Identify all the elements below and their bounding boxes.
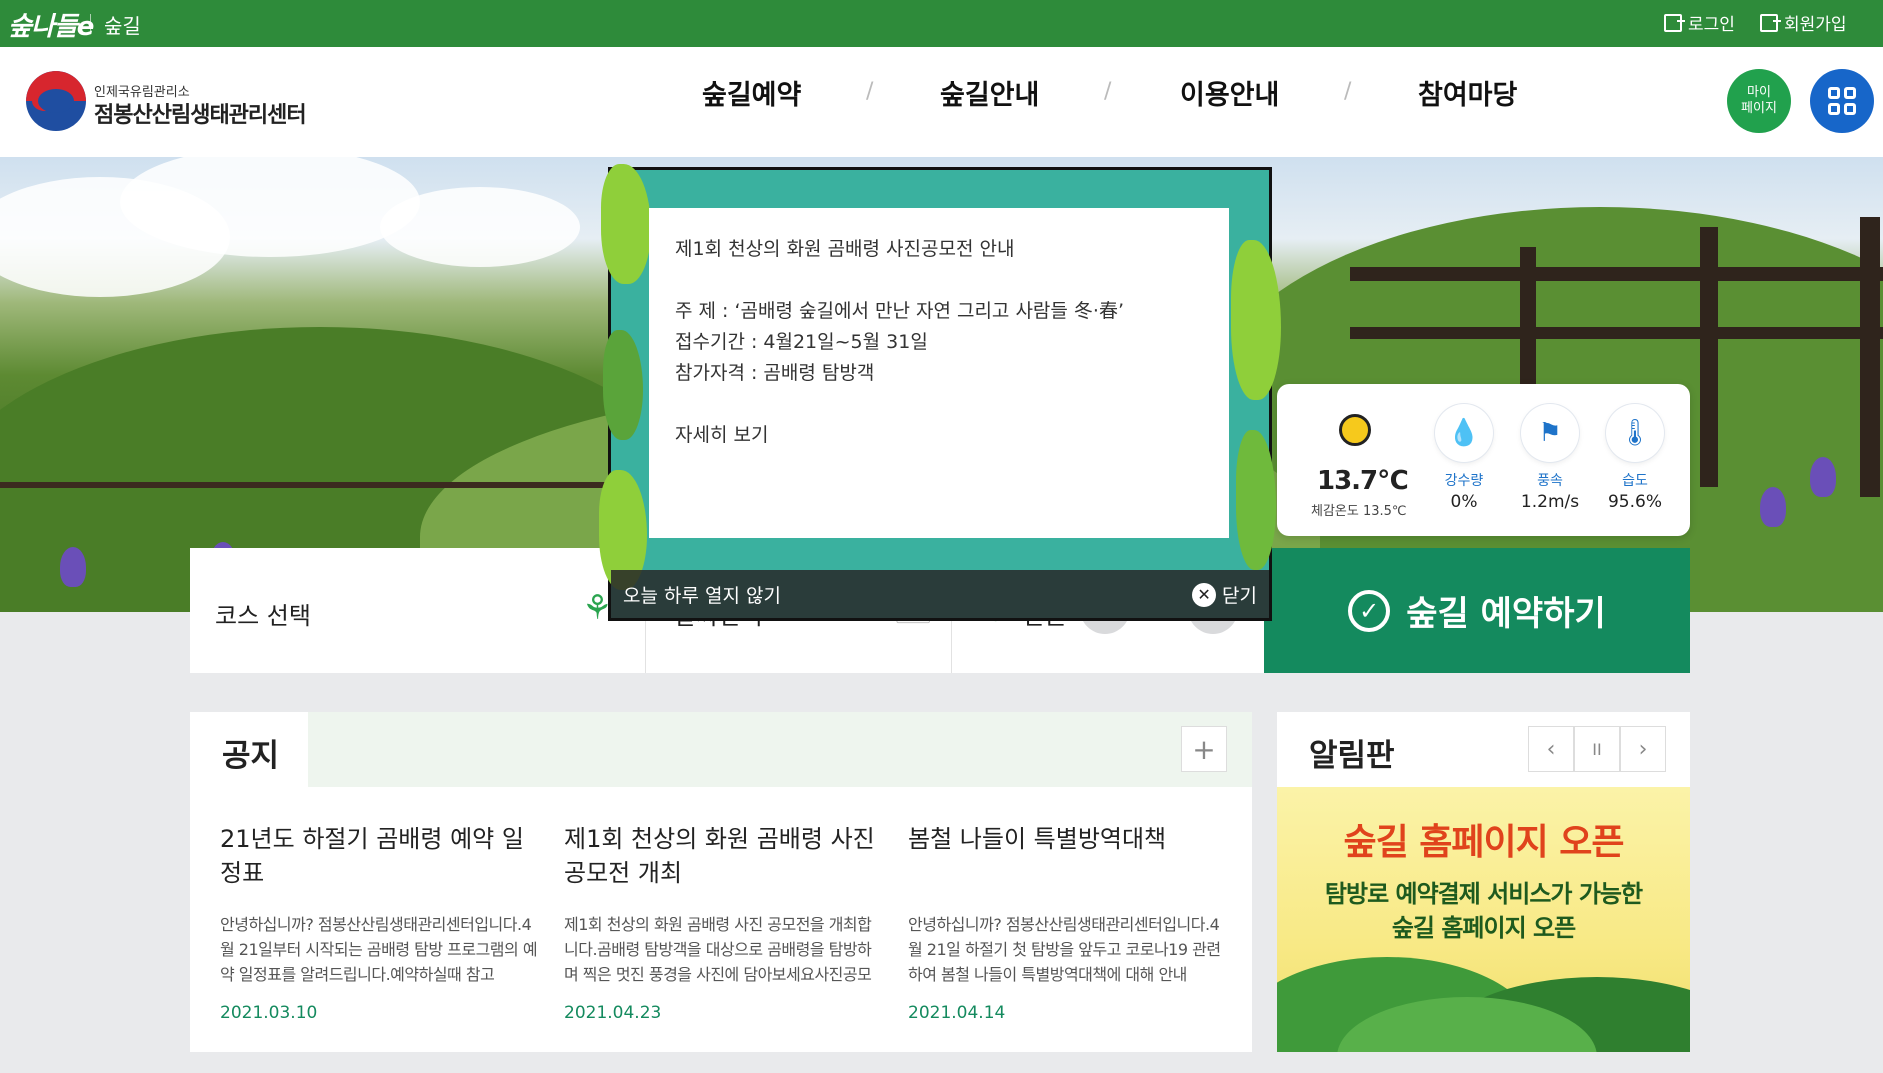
check-circle-icon: ✓ xyxy=(1348,589,1391,632)
notice-title: 공지 xyxy=(222,738,280,774)
feels-like: 체감온도 13.5℃ xyxy=(1311,504,1407,519)
nav-trail-guide[interactable]: 숲길안내 xyxy=(940,73,1039,112)
popup-theme: 주 제 : ‘곰배령 숲길에서 만난 자연 그리고 사람들 冬·春’ xyxy=(675,300,1124,322)
post-title[interactable]: 제1회 천상의 화원 곰배령 사진 공모전 개최 xyxy=(564,822,882,892)
course-select[interactable]: 코스 선택 ⚘ xyxy=(190,548,646,673)
government-emblem-icon[interactable] xyxy=(26,71,86,131)
dont-show-today[interactable]: 오늘 하루 열지 않기 xyxy=(623,581,781,608)
weather-value: 0% xyxy=(1450,492,1478,512)
popup-heading: 제1회 천상의 화원 곰배령 사진공모전 안내 xyxy=(675,238,1015,260)
nav-separator: / xyxy=(1104,79,1112,104)
login-link[interactable]: 로그인 xyxy=(1664,10,1735,35)
login-label: 로그인 xyxy=(1688,15,1735,35)
post-body: 안녕하십니까? 점봉산산림생태관리센터입니다.4월 21일부터 시작되는 곰배령… xyxy=(220,915,538,984)
nav-participation[interactable]: 참여마당 xyxy=(1418,73,1517,112)
close-icon: ✕ xyxy=(1192,582,1217,607)
top-bar: 숲나들e 숲길 로그인 회원가입 xyxy=(0,0,1883,47)
popup-more-link[interactable]: 자세히 보기 xyxy=(675,420,1203,451)
rain-drop-icon: 💧 xyxy=(1435,404,1493,462)
divider xyxy=(90,14,91,32)
post-body: 안녕하십니까? 점봉산산림생태관리센터입니다.4월 21일 하절기 첫 탐방을 … xyxy=(908,915,1221,984)
post-title[interactable]: 봄철 나들이 특별방역대책 xyxy=(908,822,1226,892)
post-date: 2021.04.23 xyxy=(564,1003,662,1023)
thermometer-drop-icon: 🌡 xyxy=(1606,404,1664,462)
popup-period: 접수기간 : 4월21일~5월 31일 xyxy=(675,331,928,353)
board-banner[interactable]: 숲길 홈페이지 오픈 탐방로 예약결제 서비스가 가능한 숲길 홈페이지 오픈 xyxy=(1277,787,1690,1052)
weather-label: 풍속 xyxy=(1537,473,1563,489)
banner-line1: 탐방로 예약결제 서비스가 가능한 xyxy=(1324,880,1643,908)
site-logo[interactable]: 숲나들e xyxy=(8,6,94,43)
banner-title: 숲길 홈페이지 오픈 xyxy=(1343,822,1624,863)
nav-separator: / xyxy=(1344,79,1352,104)
section-label[interactable]: 숲길 xyxy=(104,10,141,39)
signup-label: 회원가입 xyxy=(1784,15,1847,35)
nav-separator: / xyxy=(866,79,874,104)
banner-subtitle: 탐방로 예약결제 서비스가 가능한 숲길 홈페이지 오픈 xyxy=(1277,877,1690,945)
notice-post[interactable]: 봄철 나들이 특별방역대책 안녕하십니까? 점봉산산림생태관리센터입니다.4월 … xyxy=(908,822,1226,1023)
weather-humidity: 🌡 습도 95.6% xyxy=(1600,404,1670,512)
reserve-button-label: 숲길 예약하기 xyxy=(1406,594,1606,634)
grid-menu-icon xyxy=(1828,87,1856,115)
weather-widget: 13.7℃ 체감온도 13.5℃ 💧 강수량 0% ⚑ 풍속 1.2m/s 🌡 … xyxy=(1277,384,1690,536)
weather-value: 1.2m/s xyxy=(1520,492,1580,512)
event-popup: 제1회 천상의 화원 곰배령 사진공모전 안내 주 제 : ‘곰배령 숲길에서 … xyxy=(599,164,1281,621)
weather-label: 강수량 xyxy=(1444,473,1484,489)
popup-content: 제1회 천상의 화원 곰배령 사진공모전 안내 주 제 : ‘곰배령 숲길에서 … xyxy=(649,208,1229,538)
nav-reservation[interactable]: 숲길예약 xyxy=(702,73,801,112)
course-select-label: 코스 선택 xyxy=(215,602,311,630)
header: 인제국유림관리소 점봉산산림생태관리센터 숲길예약 / 숲길안내 / 이용안내 … xyxy=(0,47,1883,157)
post-body: 제1회 천상의 화원 곰배령 사진 공모전을 개최합니다.곰배령 탐방객을 대상… xyxy=(564,915,872,984)
prev-slide-button[interactable]: ‹ xyxy=(1528,726,1574,772)
org-name[interactable]: 점봉산산림생태관리센터 xyxy=(94,97,307,129)
board-title: 알림판 xyxy=(1309,738,1395,774)
notice-section: 공지 + 21년도 하절기 곰배령 예약 일정표 안녕하십니까? 점봉산산림생태… xyxy=(190,712,1252,1052)
weather-wind: ⚑ 풍속 1.2m/s xyxy=(1515,404,1585,512)
pause-slide-button[interactable]: II xyxy=(1574,726,1620,772)
popup-footer: 오늘 하루 열지 않기 ✕ 닫기 xyxy=(611,570,1269,618)
notice-more-button[interactable]: + xyxy=(1181,726,1227,772)
weather-label: 습도 xyxy=(1622,473,1648,489)
popup-close-label: 닫기 xyxy=(1222,585,1257,607)
weather-value: 95.6% xyxy=(1607,492,1662,512)
signup-icon xyxy=(1760,13,1781,32)
post-date: 2021.03.10 xyxy=(220,1003,318,1023)
nav-usage-guide[interactable]: 이용안내 xyxy=(1180,73,1279,112)
popup-eligibility: 참가자격 : 곰배령 탐방객 xyxy=(675,362,875,384)
notice-post[interactable]: 제1회 천상의 화원 곰배령 사진 공모전 개최 제1회 천상의 화원 곰배령 … xyxy=(564,822,882,1023)
post-date: 2021.04.14 xyxy=(908,1003,1006,1023)
mypage-label-line1: 마이 xyxy=(1747,85,1771,100)
windsock-icon: ⚑ xyxy=(1521,404,1579,462)
signup-link[interactable]: 회원가입 xyxy=(1760,10,1847,35)
weather-precipitation: 💧 강수량 0% xyxy=(1429,404,1499,512)
notice-post[interactable]: 21년도 하절기 곰배령 예약 일정표 안녕하십니까? 점봉산산림생태관리센터입… xyxy=(220,822,538,1023)
mypage-button[interactable]: 마이 페이지 xyxy=(1727,69,1791,133)
next-slide-button[interactable]: › xyxy=(1620,726,1666,772)
mypage-label-line2: 페이지 xyxy=(1741,101,1777,116)
login-icon xyxy=(1664,13,1685,32)
popup-close-button[interactable]: ✕ 닫기 xyxy=(1192,581,1257,608)
sun-icon xyxy=(1339,414,1371,446)
all-menu-button[interactable] xyxy=(1810,69,1874,133)
temperature: 13.7℃ xyxy=(1317,466,1409,496)
banner-line2: 숲길 홈페이지 오픈 xyxy=(1391,914,1576,942)
post-title[interactable]: 21년도 하절기 곰배령 예약 일정표 xyxy=(220,822,538,892)
bulletin-board: 알림판 ‹ II › 숲길 홈페이지 오픈 탐방로 예약결제 서비스가 가능한 … xyxy=(1277,712,1690,1052)
reserve-button[interactable]: ✓ 숲길 예약하기 xyxy=(1264,548,1690,673)
